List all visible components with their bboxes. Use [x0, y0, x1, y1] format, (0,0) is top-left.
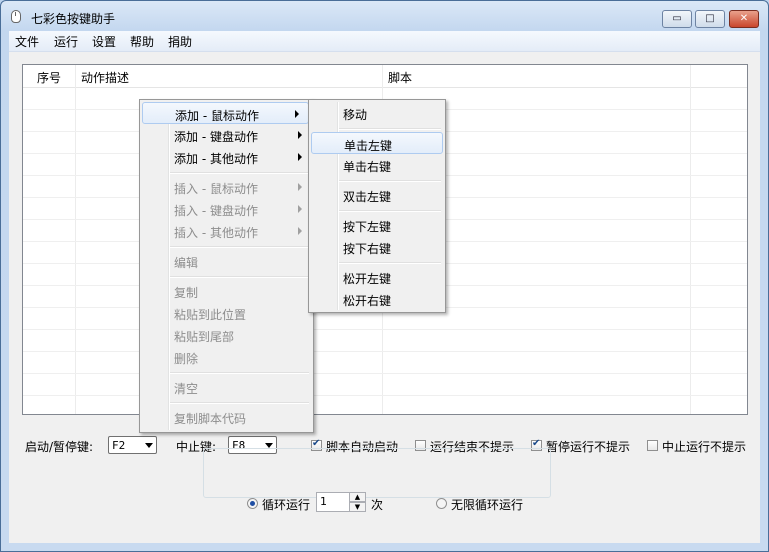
menu-item-label: 粘贴到此位置	[174, 308, 247, 322]
menu-insert-keyboard: 插入 - 键盘动作	[142, 198, 311, 220]
menu-item-label: 编辑	[174, 256, 199, 270]
start-pause-select[interactable]: F2	[108, 436, 157, 454]
submenu-move[interactable]: 移动	[311, 102, 443, 124]
no-stop-prompt-checkbox[interactable]	[647, 440, 658, 451]
menu-item-label: 松开左键	[343, 272, 392, 286]
chevron-right-icon	[298, 131, 302, 139]
menu-copy-script-code: 复制脚本代码	[142, 406, 311, 428]
no-pause-prompt-label[interactable]: 暂停运行不提示	[546, 438, 630, 455]
times-label: 次	[371, 498, 384, 512]
menu-separator	[339, 210, 441, 212]
menu-item-label: 复制脚本代码	[174, 412, 247, 426]
context-menu: 添加 - 鼠标动作 添加 - 键盘动作 添加 - 其他动作 插入 - 鼠标动作 …	[139, 99, 314, 433]
mouse-icon	[11, 10, 21, 23]
menu-separator	[339, 262, 441, 264]
menu-item-label: 双击左键	[343, 190, 392, 204]
loop-groupbox	[203, 448, 551, 498]
spin-up-button[interactable]: ▲	[349, 492, 366, 502]
minimize-button[interactable]: ▭	[662, 10, 692, 28]
chevron-right-icon	[298, 153, 302, 161]
grid-line	[23, 395, 747, 396]
loop-label[interactable]: 循环运行	[262, 496, 310, 513]
chevron-right-icon	[295, 110, 299, 118]
infinite-loop-radio[interactable]	[436, 498, 447, 509]
menu-item-label: 松开右键	[343, 294, 392, 308]
start-pause-value: F2	[112, 439, 126, 452]
menu-item-label: 插入 - 键盘动作	[174, 204, 258, 218]
column-divider	[75, 65, 76, 414]
grid-line	[23, 373, 747, 374]
menu-item-label: 清空	[174, 382, 199, 396]
spin-down-button[interactable]: ▼	[349, 502, 366, 512]
menu-separator	[170, 276, 309, 278]
menu-item-label: 按下右键	[343, 242, 392, 256]
menu-settings[interactable]: 设置	[92, 33, 116, 50]
menu-item-label: 添加 - 键盘动作	[174, 130, 258, 144]
list-header: 序号 动作描述 脚本	[23, 65, 747, 88]
menu-item-label: 插入 - 鼠标动作	[174, 182, 258, 196]
infinite-loop-label[interactable]: 无限循环运行	[451, 496, 523, 513]
submenu-double-left[interactable]: 双击左键	[311, 184, 443, 206]
chevron-right-icon	[298, 227, 302, 235]
menu-add-mouse[interactable]: 添加 - 鼠标动作	[142, 102, 309, 124]
mouse-action-submenu: 移动 单击左键 单击右键 双击左键 按下左键 按下右键 松开左键 松开右键	[308, 99, 446, 313]
menu-item-label: 单击左键	[344, 139, 393, 153]
menu-add-keyboard[interactable]: 添加 - 键盘动作	[142, 124, 311, 146]
menu-copy: 复制	[142, 280, 311, 302]
menu-donate[interactable]: 捐助	[168, 33, 192, 50]
loop-count-value: 1	[320, 495, 327, 508]
menu-item-label: 插入 - 其他动作	[174, 226, 258, 240]
menu-insert-mouse: 插入 - 鼠标动作	[142, 176, 311, 198]
column-header-script[interactable]: 脚本	[388, 69, 412, 86]
title-bar[interactable]: 七彩色按键助手 ▭ □ ✕	[1, 1, 768, 31]
grid-line	[23, 329, 747, 330]
menu-file[interactable]: 文件	[15, 33, 39, 50]
column-header-index[interactable]: 序号	[37, 69, 61, 86]
submenu-right-click[interactable]: 单击右键	[311, 154, 443, 176]
menu-separator	[339, 180, 441, 182]
menu-edit: 编辑	[142, 250, 311, 272]
chevron-right-icon	[298, 205, 302, 213]
menu-item-label: 添加 - 鼠标动作	[175, 109, 259, 123]
menu-paste-here: 粘贴到此位置	[142, 302, 311, 324]
menu-separator	[170, 172, 309, 174]
submenu-left-click[interactable]: 单击左键	[311, 132, 443, 154]
menu-run[interactable]: 运行	[54, 33, 78, 50]
menu-separator	[170, 372, 309, 374]
menu-item-label: 按下左键	[343, 220, 392, 234]
chevron-right-icon	[298, 183, 302, 191]
column-header-description[interactable]: 动作描述	[81, 69, 129, 86]
menu-bar: 文件 运行 设置 帮助 捐助	[9, 31, 760, 52]
menu-paste-end: 粘贴到尾部	[142, 324, 311, 346]
menu-insert-other: 插入 - 其他动作	[142, 220, 311, 242]
maximize-button[interactable]: □	[695, 10, 725, 28]
menu-item-label: 单击右键	[343, 160, 392, 174]
menu-item-label: 删除	[174, 352, 199, 366]
menu-separator	[170, 402, 309, 404]
menu-clear: 清空	[142, 376, 311, 398]
start-pause-label: 启动/暂停键:	[25, 440, 94, 454]
submenu-release-left[interactable]: 松开左键	[311, 266, 443, 288]
menu-delete: 删除	[142, 346, 311, 368]
no-stop-prompt-label[interactable]: 中止运行不提示	[662, 438, 746, 455]
chevron-down-icon	[145, 443, 153, 448]
menu-help[interactable]: 帮助	[130, 33, 154, 50]
grid-line	[23, 351, 747, 352]
window-title: 七彩色按键助手	[31, 12, 116, 26]
loop-radio[interactable]	[247, 498, 258, 509]
close-button[interactable]: ✕	[729, 10, 759, 28]
menu-separator	[170, 246, 309, 248]
menu-item-label: 添加 - 其他动作	[174, 152, 258, 166]
menu-separator	[339, 128, 441, 130]
menu-item-label: 移动	[343, 108, 368, 122]
menu-item-label: 粘贴到尾部	[174, 330, 235, 344]
column-divider	[690, 65, 691, 414]
submenu-press-right[interactable]: 按下右键	[311, 236, 443, 258]
loop-count-input[interactable]: 1	[316, 492, 353, 512]
menu-add-other[interactable]: 添加 - 其他动作	[142, 146, 311, 168]
menu-item-label: 复制	[174, 286, 199, 300]
submenu-press-left[interactable]: 按下左键	[311, 214, 443, 236]
submenu-release-right[interactable]: 松开右键	[311, 288, 443, 310]
